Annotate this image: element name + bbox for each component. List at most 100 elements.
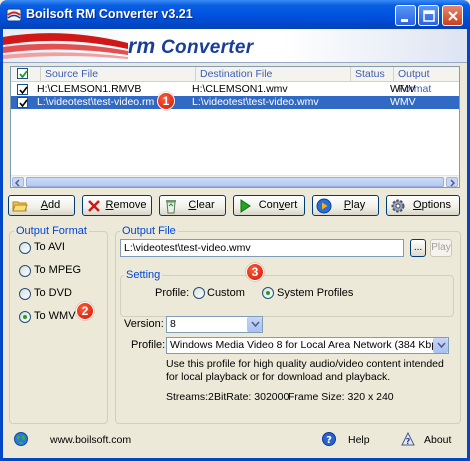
frame-size-info: Frame Size: 320 x 240 <box>288 391 394 403</box>
profile-description: Use this profile for high quality audio/… <box>166 358 444 383</box>
radio-to-dvd[interactable] <box>19 288 31 300</box>
version-select[interactable]: 8 <box>166 316 263 333</box>
banner-brand-rm: rm <box>128 35 156 58</box>
banner-swoosh-logo <box>3 33 128 59</box>
browse-button[interactable]: ... <box>410 239 426 257</box>
title-bar[interactable]: Boilsoft RM Converter v3.21 <box>0 0 470 29</box>
options-button[interactable]: Options <box>386 195 460 216</box>
about-info-icon[interactable]: ? <box>400 431 416 447</box>
media-player-icon <box>316 198 332 214</box>
help-icon[interactable]: ? <box>322 432 336 446</box>
gear-icon <box>391 199 405 213</box>
app-icon <box>6 8 22 22</box>
checkmark-icon <box>19 99 28 108</box>
radio-system-profiles-label[interactable]: System Profiles <box>277 287 353 299</box>
table-row[interactable]: H:\CLEMSON1.RMVB H:\CLEMSON1.wmv WMV <box>11 83 459 96</box>
radio-to-avi[interactable] <box>19 242 31 254</box>
file-list-header: Source File Destination File Status Outp… <box>11 67 459 95</box>
svg-text:?: ? <box>406 437 411 446</box>
play-arrow-icon <box>240 199 251 213</box>
checkmark-icon <box>19 86 28 95</box>
clear-button[interactable]: Clear <box>159 195 226 216</box>
scroll-left-button[interactable] <box>12 177 24 187</box>
file-list[interactable]: Source File Destination File Status Outp… <box>10 66 460 188</box>
cell-destination: H:\CLEMSON1.wmv <box>192 83 288 95</box>
options-button-label: Options <box>413 199 451 211</box>
help-link[interactable]: Help <box>348 434 370 446</box>
radio-system-profiles[interactable] <box>262 287 274 299</box>
row-checkbox[interactable] <box>17 97 28 108</box>
checkmark-icon <box>19 70 28 79</box>
row-checkbox[interactable] <box>17 84 28 95</box>
globe-icon <box>14 432 28 446</box>
streams-info: Streams:2 <box>166 391 214 403</box>
arrow-left-icon <box>14 179 20 187</box>
clear-button-label: Clear <box>188 199 215 211</box>
scroll-thumb[interactable] <box>26 177 444 187</box>
banner-brand-rest: Converter <box>155 37 254 58</box>
about-link[interactable]: About <box>424 434 451 446</box>
recycle-bin-icon <box>166 200 176 214</box>
output-file-field[interactable]: L:\videotest\test-video.wmv <box>120 239 404 257</box>
profile2-label: Profile: <box>131 339 166 351</box>
folder-open-icon <box>12 201 28 212</box>
close-button[interactable] <box>442 5 463 26</box>
select-all-checkbox[interactable] <box>17 68 28 79</box>
window-frame-left <box>0 29 3 461</box>
table-row[interactable]: L:\videotest\test-video.rm L:\videotest\… <box>11 96 459 109</box>
convert-button-label: Convert <box>258 199 298 211</box>
radio-to-mpeg[interactable] <box>19 265 31 277</box>
output-play-button[interactable]: Play <box>430 239 452 257</box>
minimize-button[interactable] <box>395 5 416 26</box>
minimize-icon <box>401 19 408 22</box>
profile-label: Profile: <box>155 287 190 299</box>
app-banner: rm Converter <box>3 29 467 63</box>
version-dropdown-button[interactable] <box>247 317 262 332</box>
radio-to-avi-label[interactable]: To AVI <box>34 241 65 253</box>
column-destination-file[interactable]: Destination File <box>196 67 351 82</box>
convert-button[interactable]: Convert <box>233 195 305 216</box>
callout-badge-3: 3 <box>246 263 264 281</box>
radio-custom-label[interactable]: Custom <box>207 287 245 299</box>
remove-x-icon <box>88 200 100 212</box>
website-link[interactable]: www.boilsoft.com <box>50 434 131 446</box>
remove-button-label: Remove <box>105 199 147 211</box>
radio-custom[interactable] <box>193 287 205 299</box>
profile-dropdown-button[interactable] <box>433 338 448 353</box>
version-value: 8 <box>170 318 176 330</box>
svg-text:?: ? <box>326 435 332 446</box>
add-button[interactable]: Add <box>8 195 75 216</box>
play-button[interactable]: Play <box>312 195 379 216</box>
column-status[interactable]: Status <box>351 67 394 82</box>
play-button-label: Play <box>343 199 366 211</box>
maximize-icon <box>423 10 435 22</box>
window-title: Boilsoft RM Converter v3.21 <box>26 7 193 21</box>
cell-status <box>347 83 390 96</box>
remove-button[interactable]: Remove <box>82 195 152 216</box>
radio-to-wmv-label[interactable]: To WMV <box>34 310 76 322</box>
header-checkbox-column[interactable] <box>11 67 41 82</box>
radio-to-mpeg-label[interactable]: To MPEG <box>34 264 81 276</box>
setting-title: Setting <box>124 269 163 281</box>
chevron-down-icon <box>251 321 260 327</box>
radio-to-wmv[interactable] <box>19 311 31 323</box>
maximize-button[interactable] <box>418 5 439 26</box>
profile-select[interactable]: Windows Media Video 8 for Local Area Net… <box>166 337 449 354</box>
column-output-format[interactable]: Output Format <box>394 67 459 95</box>
close-icon <box>448 11 458 21</box>
column-source-file[interactable]: Source File <box>41 67 196 82</box>
banner-brand: rm Converter <box>128 35 253 59</box>
cell-destination: L:\videotest\test-video.wmv <box>192 96 319 108</box>
bitrate-info: BitRate: 302000 <box>214 391 290 403</box>
scroll-right-button[interactable] <box>446 177 458 187</box>
cell-format: WMV <box>390 96 416 108</box>
version-label: Version: <box>124 318 164 330</box>
add-button-label: Add <box>40 199 61 211</box>
output-format-title: Output Format <box>14 225 89 237</box>
arrow-right-icon <box>450 179 456 187</box>
output-format-group <box>9 231 108 424</box>
horizontal-scrollbar[interactable] <box>11 175 459 187</box>
chevron-down-icon <box>437 342 446 348</box>
callout-badge-1: 1 <box>157 92 175 110</box>
radio-to-dvd-label[interactable]: To DVD <box>34 287 72 299</box>
